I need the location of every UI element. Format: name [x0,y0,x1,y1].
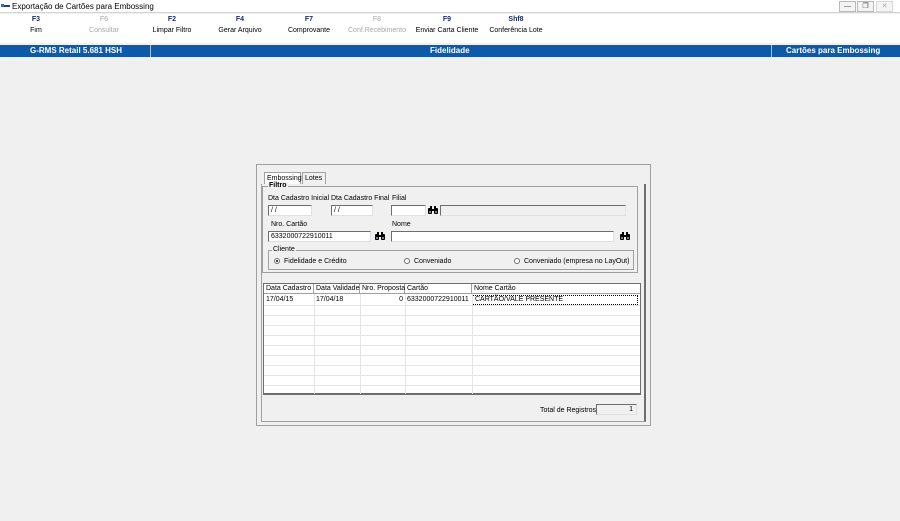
filial-input[interactable] [391,205,426,216]
column-header-data-cadastro[interactable]: Data Cadastro [264,284,314,294]
binoculars-icon[interactable] [374,231,386,241]
function-key-toolbar: F3 Fim F6 Consultar F2 Limpar Filtro F4 … [0,14,900,43]
minimize-button[interactable]: — [839,1,856,12]
radio-conveniado[interactable]: Conveniado [404,258,451,265]
fkey-label: Fim [30,27,42,34]
total-registros-value: 1 [596,404,637,415]
close-button[interactable]: ✕ [876,1,893,12]
fkey-key: F6 [99,16,109,23]
window-title: Exportação de Cartões para Embossing [12,2,154,11]
grid-line [264,355,640,356]
fkey-enviar-carta-cliente[interactable]: F9 Enviar Carta Cliente [411,16,483,34]
radio-label: Conveniado (empresa no LayOut) [524,258,630,265]
fkey-consultar[interactable]: F6 Consultar [86,16,122,34]
maximize-button[interactable]: ❐ [857,1,874,12]
column-header-nome-cartao[interactable]: Nome Cartão [472,284,640,294]
fkey-key: F4 [235,16,245,23]
fkey-label: Enviar Carta Cliente [415,27,479,34]
radio-unselected-icon [514,258,520,265]
nro-cartao-label: Nro. Cartão [271,221,308,228]
module-name: Fidelidade [430,46,470,55]
nome-label: Nome [392,221,411,228]
fkey-label: Limpar Filtro [152,27,192,34]
cell-nro-proposta: 0 [399,296,403,303]
fkey-fim[interactable]: F3 Fim [26,16,46,34]
cell-data-cadastro: 17/04/15 [266,296,294,303]
column-header-cartao[interactable]: Cartão [405,284,472,294]
column-header-data-validade[interactable]: Data Validade [314,284,360,294]
radio-label: Fidelidade e Crédito [284,258,347,265]
cliente-group-label: Cliente [272,246,296,253]
divider [150,45,151,57]
cell-data-validade: 17/04/18 [316,296,344,303]
screen-name: Cartões para Embossing [786,46,881,55]
fkey-label: Conf.Recebimento [348,27,406,34]
grid-line [264,375,640,376]
radio-label: Conveniado [414,258,452,265]
grid-line [472,294,473,394]
fkey-label: Consultar [89,27,119,34]
grid-line [264,305,640,306]
radio-conveniado-empresa[interactable]: Conveniado (empresa no LayOut) [514,258,629,265]
cell-cartao: 6332000722910011 [407,296,469,303]
title-bar: Exportação de Cartões para Embossing — ❐… [0,0,900,13]
filter-group-label: Filtro [268,182,288,189]
system-version: G-RMS Retail 5.681 HSH [30,46,123,55]
fkey-gerar-arquivo[interactable]: F4 Gerar Arquivo [214,16,266,34]
fkey-key: F2 [167,16,177,23]
divider [771,45,772,57]
grid-header: Data Cadastro Data Validade Nro. Propost… [264,284,640,294]
grid-line [264,315,640,316]
total-registros-label: Total de Registros: [540,407,598,414]
cards-grid[interactable]: Data Cadastro Data Validade Nro. Propost… [263,283,641,395]
fkey-comprovante[interactable]: F7 Comprovante [284,16,334,34]
column-header-nro-proposta[interactable]: Nro. Proposta [360,284,405,294]
nome-input[interactable] [391,231,614,242]
grid-line [264,365,640,366]
nro-cartao-input[interactable]: 6332000722910011 [268,231,371,242]
dta-inicial-label: Dta Cadastro Inicial [268,195,330,202]
fkey-conf-recebimento[interactable]: F8 Conf.Recebimento [344,16,410,34]
fkey-label: Conferência Lote [489,27,543,34]
dta-final-label: Dta Cadastro Final [331,195,390,202]
fkey-key: F9 [442,16,452,23]
cell-nome-cartao[interactable]: CARTÃO/VALE PRESENTE [472,295,638,305]
tab-lotes[interactable]: Lotes [302,172,326,184]
fkey-limpar-filtro[interactable]: F2 Limpar Filtro [148,16,196,34]
close-icon: ✕ [881,3,888,10]
radio-fidelidade-credito[interactable]: Fidelidade e Crédito [274,258,347,265]
module-bar: G-RMS Retail 5.681 HSH Fidelidade Cartõe… [0,45,900,57]
binoculars-icon[interactable] [427,205,439,215]
fkey-key: F8 [372,16,382,23]
grid-line [264,325,640,326]
fkey-conferencia-lote[interactable]: Shf8 Conferência Lote [486,16,546,34]
grid-line [264,335,640,336]
filial-label: Filial [392,195,407,202]
grid-line [264,385,640,386]
fkey-key: F3 [31,16,41,23]
radio-unselected-icon [404,258,410,265]
grid-line [405,294,406,394]
grid-line [264,345,640,346]
grid-line [314,294,315,394]
dta-inicial-input[interactable]: / / [268,205,312,216]
minimize-icon: — [844,3,851,10]
dta-final-input[interactable]: / / [331,205,373,216]
binoculars-icon[interactable] [619,231,631,241]
fkey-key: Shf8 [508,16,524,23]
filial-description [440,205,626,216]
table-row[interactable]: 17/04/15 17/04/18 0 6332000722910011 CAR… [264,295,640,305]
fkey-label: Gerar Arquivo [218,27,262,34]
app-icon [1,4,10,7]
restore-icon: ❐ [862,3,869,10]
grid-line [360,294,361,394]
radio-selected-icon [274,258,280,265]
fkey-label: Comprovante [287,27,331,34]
fkey-key: F7 [304,16,314,23]
